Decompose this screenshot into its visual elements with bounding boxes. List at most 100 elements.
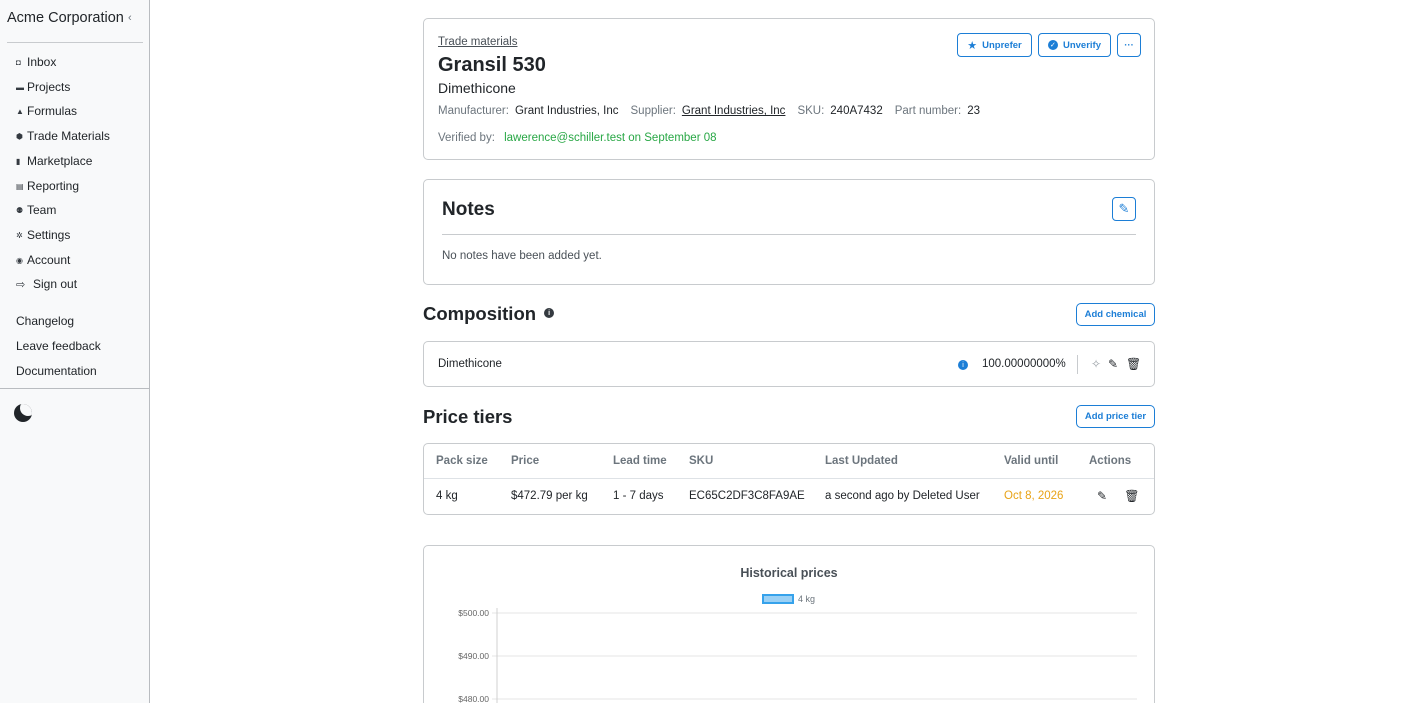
verified-info: Verified by: lawerence@schiller.test on …: [438, 132, 717, 144]
pack-size-cell: 4 kg: [436, 490, 458, 503]
building-icon: ▮: [16, 156, 21, 166]
divider: [1077, 355, 1078, 374]
sidebar-item-label: Account: [27, 253, 71, 267]
users-icon: ⚉: [16, 205, 24, 215]
historical-prices-chart: $500.00 $490.00 $480.00: [458, 608, 1137, 703]
info-icon[interactable]: i: [958, 360, 968, 370]
material-header-card: Trade materials Gransil 530 Dimethicone …: [423, 18, 1155, 160]
info-icon[interactable]: i: [544, 308, 555, 319]
part-number-label: Part number:: [894, 105, 962, 117]
composition-card: Dimethicone i 100.00000000% ✧ ✎ 🗑: [423, 341, 1155, 387]
sku-label: SKU:: [797, 105, 825, 117]
sidebar-item-marketplace[interactable]: ▮ Marketplace: [16, 154, 92, 168]
column-header[interactable]: Last Updated: [813, 444, 992, 479]
chevron-left-icon[interactable]: ‹: [128, 12, 132, 24]
table-header-row: Pack size Price Lead time SKU Last Updat…: [424, 444, 1154, 479]
manufacturer-label: Manufacturer:: [438, 105, 509, 117]
y-tick-label: $490.00: [458, 651, 489, 661]
leave-feedback-link[interactable]: Leave feedback: [16, 339, 101, 353]
verified-label: Verified by:: [438, 132, 495, 144]
sidebar-item-label: Marketplace: [27, 154, 93, 168]
y-tick-label: $500.00: [458, 608, 489, 618]
star-icon: ★: [967, 39, 978, 52]
add-chemical-button[interactable]: Add chemical: [1076, 303, 1155, 326]
notes-card: Notes ✎ No notes have been added yet.: [423, 179, 1155, 285]
sidebar-item-formulas[interactable]: ▲ Formulas: [16, 104, 77, 118]
composition-chemical-name: Dimethicone: [438, 358, 502, 370]
sidebar-item-label: Sign out: [33, 277, 78, 291]
sidebar-item-projects[interactable]: ▬ Projects: [16, 80, 70, 94]
sidebar-item-label: Inbox: [27, 55, 57, 69]
sidebar-divider: [7, 42, 143, 43]
supplier-link[interactable]: Grant Industries, Inc: [682, 105, 786, 117]
column-header[interactable]: Pack size: [424, 444, 499, 479]
part-number-value: 23: [967, 105, 981, 117]
price-tiers-table: Pack size Price Lead time SKU Last Updat…: [424, 444, 1154, 514]
lead-time-cell: 1 - 7 days: [613, 490, 664, 503]
material-meta: Manufacturer: Grant Industries, Inc Supp…: [438, 105, 992, 117]
y-tick-label: $480.00: [458, 694, 489, 703]
sidebar-item-inbox[interactable]: ◘ Inbox: [16, 55, 56, 69]
page-title: Gransil 530: [438, 54, 546, 76]
price-tiers-title: Price tiers: [423, 406, 513, 427]
unverify-label: Unverify: [1062, 39, 1101, 51]
breadcrumb[interactable]: Trade materials: [438, 36, 517, 48]
column-header[interactable]: SKU: [677, 444, 813, 479]
flask-icon: ▲: [16, 106, 24, 116]
unprefer-button[interactable]: ★ Unprefer: [957, 33, 1032, 57]
sidebar-item-label: Projects: [27, 80, 71, 94]
trash-icon[interactable]: 🗑: [1124, 489, 1139, 503]
moon-icon[interactable]: [14, 404, 32, 422]
user-circle-icon: ◉: [16, 255, 23, 265]
sidebar-item-trade-materials[interactable]: ⬢ Trade Materials: [16, 129, 110, 143]
unprefer-label: Unprefer: [982, 39, 1022, 51]
brand-name: Acme Corporation: [7, 10, 124, 26]
more-options-button[interactable]: ···: [1117, 33, 1141, 57]
price-cell: $472.79 per kg: [511, 490, 588, 503]
sidebar-item-settings[interactable]: ✲ Settings: [16, 228, 70, 242]
sidebar-item-label: Team: [27, 203, 57, 217]
sidebar-item-sign-out[interactable]: ⇨ Sign out: [16, 277, 77, 291]
notes-divider: [442, 234, 1136, 235]
inbox-icon: ◘: [16, 57, 21, 67]
sign-out-icon: ⇨: [16, 278, 26, 291]
sidebar-item-label: Trade Materials: [27, 129, 110, 143]
column-header: Actions: [1077, 444, 1154, 479]
composition-percent: 100.00000000%: [982, 358, 1066, 370]
table-row: 4 kg $472.79 per kg 1 - 7 days EC65C2DF3…: [424, 478, 1154, 514]
documentation-link[interactable]: Documentation: [16, 364, 97, 378]
manufacturer-value: Grant Industries, Inc: [514, 105, 619, 117]
sidebar-item-label: Settings: [27, 228, 71, 242]
sku-cell: EC65C2DF3C8FA9AE: [689, 490, 805, 503]
supplier-label: Supplier:: [630, 105, 676, 117]
check-circle-icon: ✓: [1047, 40, 1058, 50]
valid-until-cell: Oct 8, 2026: [1004, 490, 1064, 503]
gear-icon: ✲: [16, 230, 23, 240]
edit-notes-button[interactable]: ✎: [1112, 197, 1136, 221]
changelog-link[interactable]: Changelog: [16, 314, 74, 328]
trash-icon[interactable]: 🗑: [1126, 357, 1141, 371]
column-header[interactable]: Valid until: [992, 444, 1077, 479]
unverify-button[interactable]: ✓ Unverify: [1038, 33, 1111, 57]
sidebar-item-reporting[interactable]: ▤ Reporting: [16, 179, 79, 193]
sidebar-item-account[interactable]: ◉ Account: [16, 253, 70, 267]
add-price-tier-button[interactable]: Add price tier: [1076, 405, 1155, 428]
sparkles-icon[interactable]: ✧: [1091, 357, 1101, 371]
edit-icon[interactable]: ✎: [1097, 489, 1107, 503]
price-tiers-card: Pack size Price Lead time SKU Last Updat…: [423, 443, 1155, 515]
composition-title: Composition i: [423, 303, 555, 325]
sidebar-item-label: Reporting: [27, 179, 80, 193]
column-header[interactable]: Price: [499, 444, 601, 479]
sidebar-divider: [0, 388, 150, 389]
edit-icon[interactable]: ✎: [1108, 357, 1118, 371]
notes-empty-text: No notes have been added yet.: [442, 250, 602, 262]
cube-icon: ⬢: [16, 131, 23, 141]
column-header[interactable]: Lead time: [601, 444, 677, 479]
material-chemical: Dimethicone: [438, 80, 516, 96]
last-updated-cell: a second ago by Deleted User: [825, 490, 980, 503]
sidebar-item-label: Formulas: [27, 104, 78, 118]
sidebar-item-team[interactable]: ⚉ Team: [16, 203, 56, 217]
verified-value: lawerence@schiller.test on September 08: [504, 132, 717, 144]
historical-prices-card: Historical prices 4 kg $500.00 $490.00 $48…: [423, 545, 1155, 703]
sku-value: 240A7432: [830, 105, 883, 117]
